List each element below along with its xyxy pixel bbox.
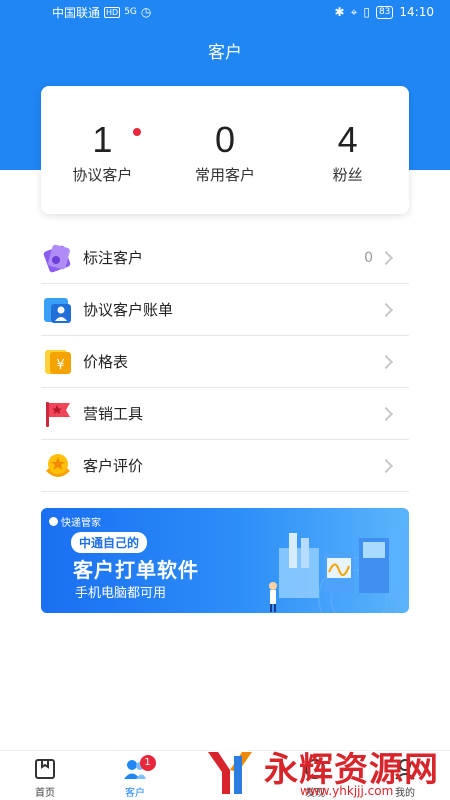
menu-label: 价格表 [83, 353, 129, 371]
bluetooth-icon: ✱ [334, 5, 345, 19]
stat-label: 粉丝 [332, 166, 363, 184]
banner-subtitle: 手机电脑都可用 [75, 586, 167, 601]
carrier-name: 中国联通 [52, 5, 101, 20]
menu-label: 营销工具 [83, 405, 144, 423]
tag-icon [43, 243, 73, 273]
vibrate-icon: ▯ [363, 5, 370, 19]
chevron-right-icon [378, 458, 394, 473]
svg-text:¥: ¥ [56, 358, 64, 373]
menu-list: 标注客户 0 协议客户账单 ¥ 价格表 营销工具 客户评价 [41, 232, 409, 492]
stat-frequent-customers[interactable]: 0 常用客户 [164, 86, 287, 214]
notification-dot [133, 128, 141, 136]
clock: 14:10 [399, 5, 434, 19]
stats-card: 1 协议客户 0 常用客户 4 粉丝 [41, 86, 409, 214]
battery-icon: 83 [375, 5, 394, 19]
menu-item-customer-reviews[interactable]: 客户评价 [41, 440, 409, 492]
menu-item-agreement-bill[interactable]: 协议客户账单 [41, 284, 409, 336]
tab-customers[interactable]: 客户 1 [90, 751, 180, 800]
stat-fans[interactable]: 4 粉丝 [286, 86, 409, 214]
menu-count: 0 [364, 249, 373, 266]
alarm-icon: ◷ [140, 5, 152, 19]
tab-label: 客户 [125, 788, 145, 799]
stat-value: 1 [92, 119, 113, 160]
signal-indicator: 5G [124, 7, 137, 17]
chevron-right-icon [378, 250, 394, 265]
banner-brand-label: 快递管家 [61, 518, 101, 529]
tab-label: 首页 [35, 788, 55, 799]
page-title: 客户 [208, 43, 242, 63]
banner-tag: 中通自己的 [71, 532, 148, 553]
stat-agreement-customers[interactable]: 1 协议客户 [41, 86, 164, 214]
banner-title: 客户打单软件 [73, 558, 199, 582]
bill-user-icon [43, 295, 73, 325]
stat-label: 协议客户 [72, 166, 133, 184]
menu-label: 协议客户账单 [83, 301, 174, 319]
chevron-right-icon [378, 302, 394, 317]
status-bar: 中国联通 HD 5G ◷ ✱ ⌖ ▯ 83 14:10 [0, 0, 450, 24]
rating-badge-icon [43, 451, 73, 481]
banner-brand: 快递管家 [49, 514, 101, 529]
menu-item-price-list[interactable]: ¥ 价格表 [41, 336, 409, 388]
watermark-logo-icon [204, 744, 256, 796]
menu-label: 标注客户 [83, 249, 144, 267]
chevron-right-icon [378, 406, 394, 421]
marketing-flag-icon [43, 399, 73, 429]
stat-value: 4 [337, 119, 358, 160]
watermark-text: 永辉资源网 [264, 750, 439, 790]
banner-illustration [269, 528, 409, 613]
home-icon [33, 757, 57, 781]
menu-item-marketing-tools[interactable]: 营销工具 [41, 388, 409, 440]
location-icon: ⌖ [350, 4, 358, 19]
stat-label: 常用客户 [195, 166, 256, 184]
menu-item-tagged-customers[interactable]: 标注客户 0 [41, 232, 409, 284]
stat-value: 0 [214, 119, 236, 160]
chevron-right-icon [378, 354, 394, 369]
watermark-url: www.yhkjjj.com [300, 784, 394, 798]
tab-badge: 1 [139, 755, 156, 771]
brand-logo-icon [49, 517, 58, 526]
hd-indicator: HD [104, 6, 121, 18]
price-icon: ¥ [43, 347, 73, 377]
tab-home[interactable]: 首页 [0, 751, 90, 800]
menu-label: 客户评价 [83, 457, 144, 475]
promo-banner[interactable]: 快递管家 中通自己的 客户打单软件 手机电脑都可用 [41, 508, 409, 613]
